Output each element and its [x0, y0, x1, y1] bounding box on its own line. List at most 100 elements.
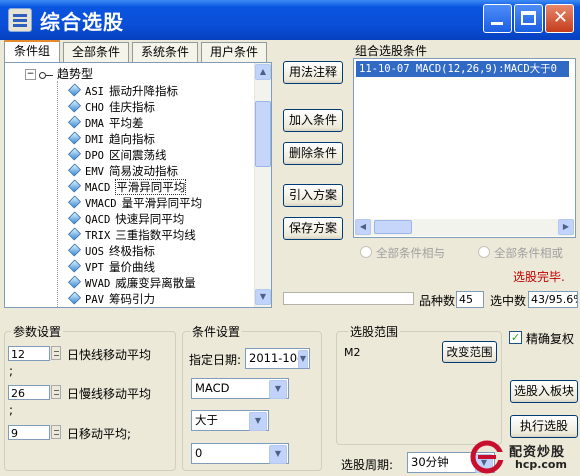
condition-tree[interactable]: − 趋势型 ASI 振动升降指标 CHO 佳庆指标 DMA 平均差 DMI 趋向指标 DP…: [4, 62, 272, 308]
slow-ma-spinner[interactable]: [51, 385, 61, 399]
operator-select[interactable]: 大于 ▼: [191, 410, 269, 431]
tree-item[interactable]: CHO 佳庆指标: [67, 99, 155, 115]
slow-ma-input[interactable]: 26: [8, 385, 50, 400]
indicator-code: VMACD: [85, 198, 117, 210]
maximize-button[interactable]: [514, 4, 543, 33]
signal-ma-spinner[interactable]: [51, 425, 61, 439]
signal-ma-input[interactable]: 9: [8, 425, 50, 440]
fast-ma-label: 日快线移动平均: [67, 348, 152, 362]
tree-item[interactable]: ASI 振动升降指标: [67, 83, 178, 99]
tree-item[interactable]: TRIX 三重指数平均线: [67, 227, 196, 243]
tree-item[interactable]: UOS 终极指标: [67, 243, 155, 259]
tree-item[interactable]: WVAD 威廉变异离散量: [67, 275, 196, 291]
chevron-down-icon[interactable]: ▼: [269, 380, 287, 399]
add-condition-button[interactable]: 加入条件: [283, 109, 343, 132]
tree-item[interactable]: DMA 平均差: [67, 115, 143, 131]
tab-user-conditions[interactable]: 用户条件: [201, 42, 267, 62]
indicator-code: PAV: [85, 294, 104, 306]
usage-notes-button[interactable]: 用法注释: [283, 61, 343, 84]
exact-restore-checkbox[interactable]: ✓: [509, 331, 522, 344]
indicator-select[interactable]: MACD ▼: [191, 378, 289, 399]
combined-conditions-list[interactable]: 11-10-07 MACD(12,26,9):MACD大于0 ◀ ▶: [353, 58, 576, 238]
tree-item[interactable]: PAV 筹码引力: [67, 291, 155, 307]
fast-ma-input[interactable]: 12: [8, 346, 50, 361]
indicator-code: DMI: [85, 134, 104, 146]
radio-icon: [478, 246, 490, 258]
threshold-value: 0: [195, 446, 203, 460]
tree-item[interactable]: DPO 区间震荡线: [67, 147, 166, 163]
save-scheme-button[interactable]: 保存方案: [283, 217, 343, 240]
scroll-thumb[interactable]: [255, 101, 271, 167]
close-button[interactable]: [545, 4, 575, 33]
signal-ma-label: 日移动平均;: [67, 427, 132, 441]
indicator-code: MACD: [85, 182, 111, 194]
tree-item[interactable]: DMI 趋向指标: [67, 131, 155, 147]
indicator-name: 量平滑异同平均: [121, 196, 203, 210]
logic-and-label: 全部条件相与: [376, 246, 445, 260]
exact-restore-label: 精确复权: [526, 332, 575, 346]
watermark-site: hcp.com: [515, 458, 567, 471]
watermark-logo: [470, 440, 504, 474]
indicator-name: 威廉变异离散量: [115, 276, 196, 290]
indicator-code: UOS: [85, 246, 104, 258]
tab-condition-groups[interactable]: 条件组: [4, 40, 60, 62]
indicator-name: 趋向指标: [108, 132, 155, 146]
key-icon: [39, 71, 53, 79]
logic-or-radio[interactable]: 全部条件相或: [478, 245, 580, 261]
minimize-button[interactable]: [483, 4, 512, 33]
fast-ma-spinner[interactable]: [51, 346, 61, 360]
date-picker[interactable]: 2011-10- ▼: [245, 348, 310, 369]
value-select[interactable]: 0 ▼: [191, 443, 289, 464]
date-label: 指定日期:: [189, 353, 242, 367]
tree-item-selected[interactable]: MACD 平滑异同平均: [67, 179, 187, 195]
indicator-name: 终极指标: [108, 244, 155, 258]
logic-or-label: 全部条件相或: [494, 246, 563, 260]
delete-condition-button[interactable]: 删除条件: [283, 142, 343, 165]
combined-condition-item[interactable]: 11-10-07 MACD(12,26,9):MACD大于0: [356, 61, 569, 77]
param-separator: ;: [9, 364, 14, 378]
tree-node-label: 趋势型: [57, 67, 94, 81]
chevron-down-icon[interactable]: ▼: [269, 445, 287, 464]
tree-item[interactable]: QACD 快速异同平均: [67, 211, 184, 227]
indicator-icon: [67, 291, 82, 305]
indicator-name: 量价曲线: [108, 260, 155, 274]
logic-and-radio[interactable]: 全部条件相与: [360, 245, 445, 261]
change-range-button[interactable]: 改变范围: [442, 341, 497, 363]
period-label: 选股周期:: [341, 458, 394, 472]
combined-conditions-label: 组合选股条件: [355, 44, 428, 58]
import-scheme-button[interactable]: 引入方案: [283, 184, 343, 207]
tree-item[interactable]: EMV 简易波动指标: [67, 163, 178, 179]
tree-item[interactable]: VPT 量价曲线: [67, 259, 155, 275]
indicator-code: DMA: [85, 118, 104, 130]
tab-system-conditions[interactable]: 系统条件: [132, 42, 198, 62]
selected-count-label: 选中数: [490, 294, 527, 308]
list-horizontal-scrollbar[interactable]: ◀ ▶: [355, 219, 574, 236]
add-to-board-button[interactable]: 选股入板块: [510, 380, 578, 403]
scroll-up-arrow-icon[interactable]: ▲: [255, 64, 271, 80]
operator-value: 大于: [195, 413, 218, 427]
indicator-icon: [67, 163, 82, 177]
tree-scrollbar[interactable]: ▲ ▼: [254, 63, 271, 307]
scroll-thumb[interactable]: [374, 220, 412, 234]
date-dropdown-icon[interactable]: ▼: [298, 350, 308, 368]
indicator-icon: [67, 195, 82, 209]
chevron-down-icon[interactable]: ▼: [249, 412, 267, 431]
scroll-left-arrow-icon[interactable]: ◀: [355, 219, 371, 235]
indicator-code: DPO: [85, 150, 104, 162]
tree-node-trend[interactable]: − 趋势型: [25, 65, 93, 83]
indicator-code: EMV: [85, 166, 104, 178]
tab-all-conditions[interactable]: 全部条件: [63, 42, 129, 62]
tree-item[interactable]: VMACD 量平滑异同平均: [67, 195, 203, 211]
window-title: 综合选股: [40, 10, 124, 34]
execute-selection-button[interactable]: 执行选股: [510, 415, 578, 438]
scroll-down-arrow-icon[interactable]: ▼: [255, 289, 271, 305]
condition-group-title: 条件设置: [190, 323, 243, 340]
indicator-icon: [67, 211, 82, 225]
title-bar[interactable]: 综合选股: [0, 0, 580, 40]
collapse-toggle-icon[interactable]: −: [25, 69, 36, 80]
indicator-code: ASI: [85, 86, 104, 98]
scroll-right-arrow-icon[interactable]: ▶: [558, 219, 574, 235]
indicator-icon: [67, 275, 82, 289]
range-value: M2: [344, 346, 361, 359]
indicator-code: CHO: [85, 102, 104, 114]
